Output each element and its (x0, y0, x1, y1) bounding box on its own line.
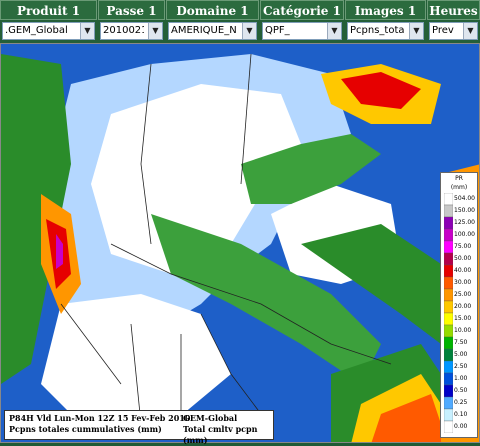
images-header: Images 1 (345, 0, 426, 20)
legend-swatch (444, 312, 453, 326)
legend-title-line2: (mm) (450, 184, 468, 191)
domaine-select[interactable]: AMERIQUE_N ▼ (168, 22, 257, 40)
caption-right: GEM-Global Total cmltv pcpn (mm) (183, 413, 273, 446)
legend-swatch (444, 384, 453, 398)
categorie-select[interactable]: QPF_ ▼ (262, 22, 342, 40)
heures-select[interactable]: Prev ▼ (429, 22, 478, 40)
produit-column: Produit 1 .GEM_Global ▼ (0, 0, 97, 43)
images-value: Pcpns_totales (350, 25, 405, 36)
legend-label: 10.00 (454, 327, 472, 334)
heures-value: Prev (432, 25, 454, 36)
categorie-header: Catégorie 1 (260, 0, 344, 20)
domaine-column: Domaine 1 AMERIQUE_N ▼ (166, 0, 259, 43)
categorie-column: Catégorie 1 QPF_ ▼ (260, 0, 344, 43)
map-image (1, 44, 479, 442)
domaine-value: AMERIQUE_N (171, 25, 237, 36)
legend-label: 5.00 (454, 351, 468, 358)
legend-label: 50.00 (454, 255, 472, 262)
legend-swatch (444, 228, 453, 242)
domaine-header: Domaine 1 (166, 0, 259, 20)
legend-swatch (444, 193, 453, 206)
legend-label: 7.50 (454, 339, 468, 346)
chevron-down-icon[interactable]: ▼ (242, 23, 256, 39)
chevron-down-icon[interactable]: ▼ (148, 23, 162, 39)
toolbar: Produit 1 .GEM_Global ▼ Passe 1 201002120… (0, 0, 480, 43)
legend-swatch (444, 252, 453, 266)
chevron-down-icon[interactable]: ▼ (409, 23, 423, 39)
precipitation-legend: PR (mm) 504.00 150.00 125.00 100.00 75.00 50.… (440, 172, 478, 438)
produit-header: Produit 1 (0, 0, 97, 20)
legend-swatch (444, 288, 453, 302)
chevron-down-icon[interactable]: ▼ (463, 23, 477, 39)
legend-swatch (444, 216, 453, 230)
legend-label: 25.00 (454, 291, 472, 298)
legend-swatch (444, 204, 453, 218)
legend-swatch (444, 408, 453, 422)
caption-field-fr: Pcpns totales cummulatives (mm) (9, 424, 162, 434)
images-column: Images 1 Pcpns_totales ▼ (345, 0, 426, 43)
legend-label: 125.00 (454, 219, 475, 226)
legend-swatch (444, 336, 453, 350)
legend-label: 1.00 (454, 375, 468, 382)
legend-swatch (444, 264, 453, 278)
precipitation-map (0, 43, 480, 443)
legend-label: 0.10 (454, 411, 468, 418)
chevron-down-icon[interactable]: ▼ (80, 23, 94, 39)
caption-model: GEM-Global (183, 413, 238, 423)
categorie-value: QPF_ (265, 25, 290, 36)
legend-label: 30.00 (454, 279, 472, 286)
caption-left: P84H Vld Lun-Mon 12Z 15 Fev-Feb 2010 Pcp… (9, 413, 190, 435)
legend-label: 2.50 (454, 363, 468, 370)
legend-swatch (444, 360, 453, 374)
legend-label: 504.00 (454, 195, 475, 202)
legend-label: 40.00 (454, 267, 472, 274)
passe-header: Passe 1 (98, 0, 165, 20)
legend-swatch (444, 276, 453, 290)
legend-swatch (444, 348, 453, 362)
legend-label: 15.00 (454, 315, 472, 322)
images-select[interactable]: Pcpns_totales ▼ (347, 22, 424, 40)
legend-label: 150.00 (454, 207, 475, 214)
passe-select[interactable]: 2010021200 ▼ (100, 22, 163, 40)
legend-swatch (444, 324, 453, 338)
passe-column: Passe 1 2010021200 ▼ (98, 0, 165, 43)
produit-select[interactable]: .GEM_Global ▼ (2, 22, 95, 40)
legend-label: 20.00 (454, 303, 472, 310)
map-caption: P84H Vld Lun-Mon 12Z 15 Fev-Feb 2010 Pcp… (4, 410, 274, 445)
produit-value: .GEM_Global (5, 25, 68, 36)
heures-column: Heures 1 Prev ▼ (427, 0, 480, 43)
legend-swatch (444, 300, 453, 314)
caption-valid-time: P84H Vld Lun-Mon 12Z 15 Fev-Feb 2010 (9, 413, 191, 423)
legend-swatch (444, 420, 453, 433)
legend-label: 0.25 (454, 399, 468, 406)
heures-header: Heures 1 (427, 0, 480, 38)
legend-label: 0.00 (454, 423, 468, 430)
legend-label: 0.50 (454, 387, 468, 394)
legend-label: 75.00 (454, 243, 472, 250)
passe-value: 2010021200 (103, 25, 144, 36)
legend-color-bar (444, 193, 453, 433)
chevron-down-icon[interactable]: ▼ (327, 23, 341, 39)
legend-label: 100.00 (454, 231, 475, 238)
legend-title-line1: PR (455, 175, 463, 182)
legend-swatch (444, 372, 453, 386)
legend-swatch (444, 396, 453, 410)
legend-swatch (444, 240, 453, 254)
